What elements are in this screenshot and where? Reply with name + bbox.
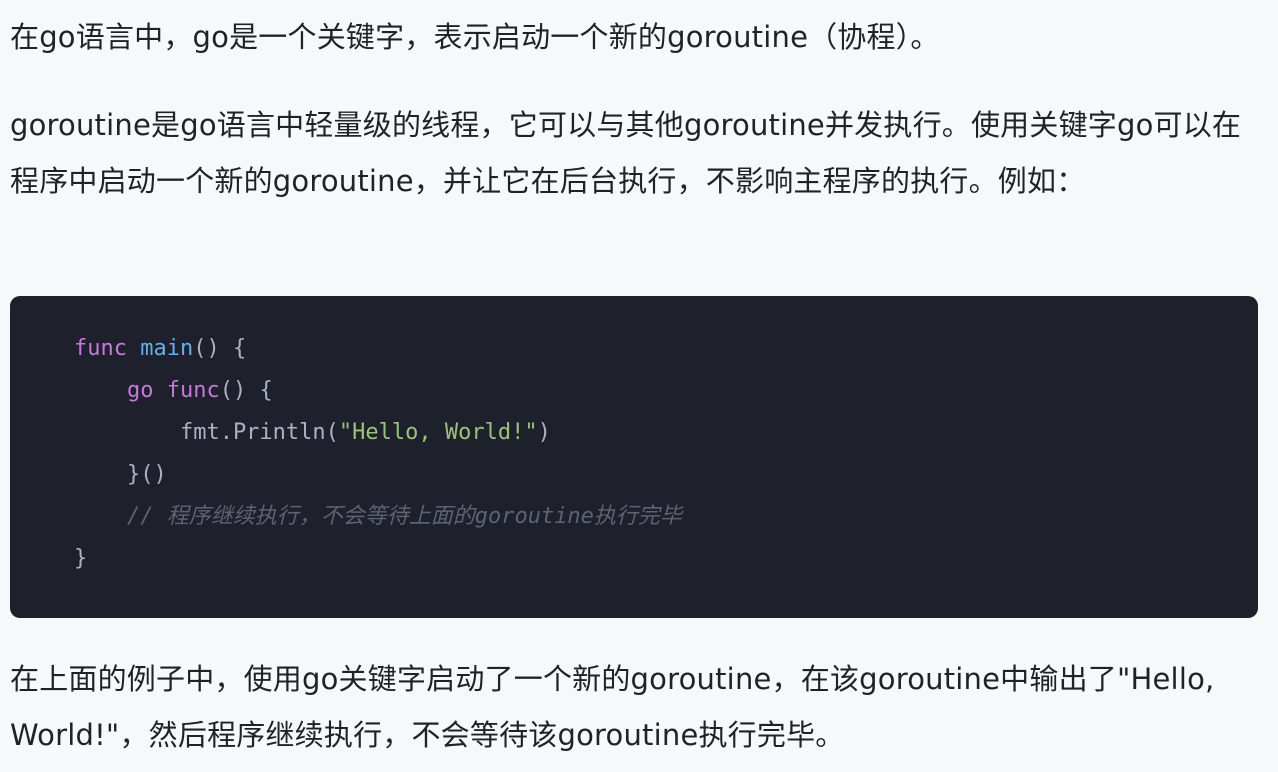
code-lines: func main() { go func() { fmt.Println("H…: [74, 328, 1258, 580]
code-text: }: [74, 546, 88, 571]
code-text: () {: [219, 378, 273, 403]
code-line: }: [74, 538, 1258, 580]
code-text: fmt.Println(: [74, 420, 339, 445]
code-text: }(): [74, 462, 167, 487]
code-line: }(): [74, 454, 1258, 496]
intro-paragraph: 在go语言中，go是一个关键字，表示启动一个新的goroutine（协程）。: [10, 20, 940, 54]
keyword-token: func: [166, 378, 220, 403]
code-text: () {: [193, 336, 247, 361]
keyword-token: func: [74, 336, 127, 361]
code-line: func main() {: [74, 328, 1258, 370]
string-token: "Hello, World!": [338, 420, 538, 445]
code-text: ): [537, 420, 551, 445]
code-block: func main() { go func() { fmt.Println("H…: [10, 296, 1258, 618]
explanation-paragraph: goroutine是go语言中轻量级的线程，它可以与其他goroutine并发执…: [10, 108, 1242, 198]
keyword-token: go: [126, 378, 154, 403]
code-line: // 程序继续执行，不会等待上面的goroutine执行完毕: [74, 496, 1258, 538]
code-line: go func() {: [74, 370, 1258, 412]
comment-token: // 程序继续执行，不会等待上面的goroutine执行完毕: [126, 504, 682, 529]
conclusion-paragraph: 在上面的例子中，使用go关键字启动了一个新的goroutine，在该gorout…: [10, 662, 1215, 752]
function-name-token: main: [140, 336, 194, 361]
code-line: fmt.Println("Hello, World!"): [74, 412, 1258, 454]
